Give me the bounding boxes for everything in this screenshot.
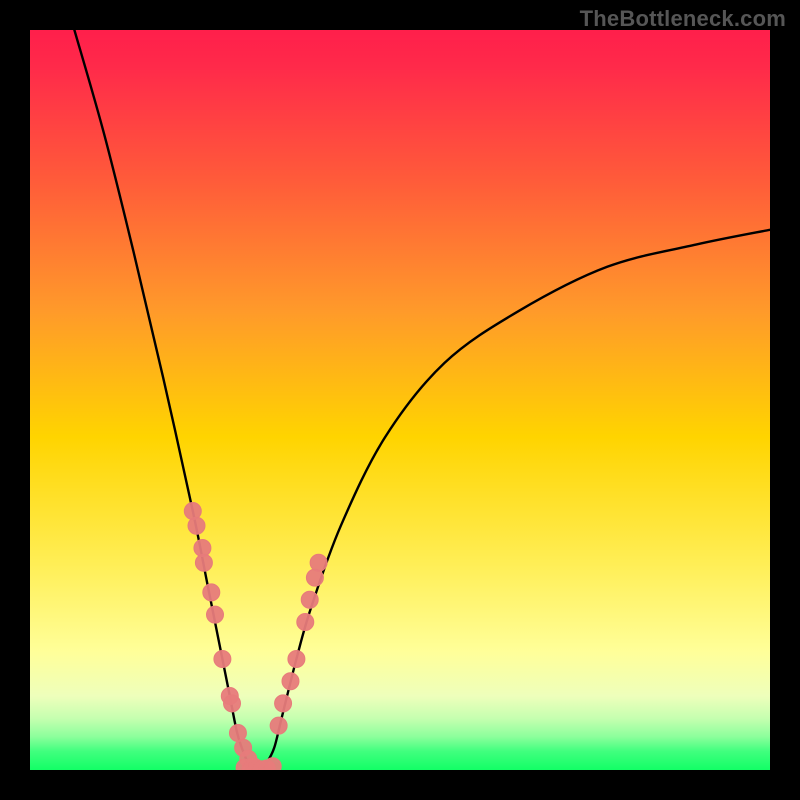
watermark-text: TheBottleneck.com [580, 6, 786, 32]
chart-plot-area [30, 30, 770, 770]
chart-frame: TheBottleneck.com [0, 0, 800, 800]
chart-svg [30, 30, 770, 770]
